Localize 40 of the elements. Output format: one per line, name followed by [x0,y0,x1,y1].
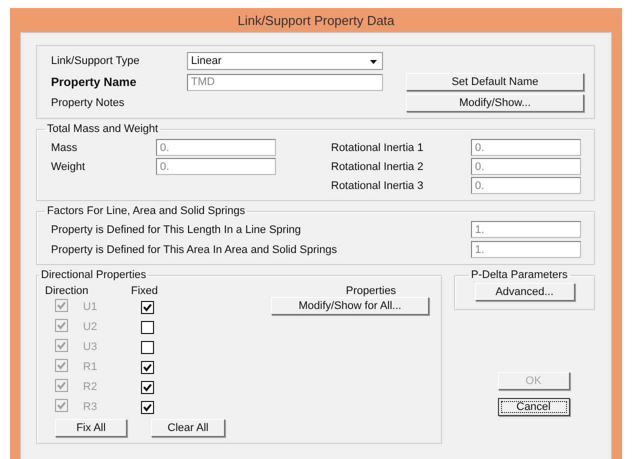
input-field[interactable]: 0. [156,139,276,156]
field-label: Weight [51,160,86,172]
column-heading: Direction [45,285,90,297]
type-label: Link/Support Type [51,55,140,67]
input-field[interactable]: 1. [471,221,581,238]
modify-show-button[interactable]: Modify/Show... [406,94,584,112]
column-heading: Properties [346,285,396,297]
direction-label: R2 [83,381,98,393]
window-title: Link/Support Property Data [236,12,396,30]
type-dropdown[interactable]: Linear [187,52,383,70]
field-label: Mass [51,142,78,154]
direction-label: R3 [83,401,98,413]
fix-all-button[interactable]: Fix All [55,419,127,437]
direction-label: U2 [83,321,98,333]
group-title: P-Delta Parameters [470,269,569,281]
direction-label: U1 [83,301,98,313]
group-title: Factors For Line, Area and Solid Springs [46,205,246,217]
name-label: Property Name [51,75,138,89]
notes-label: Property Notes [51,97,126,109]
field-label: Rotational Inertia 1 [331,142,424,154]
field-label: Property is Defined for This Length In a Line Spring [51,224,302,236]
input-field[interactable]: 0. [471,177,581,194]
column-heading: Fixed [131,285,159,297]
direction-label: R1 [83,361,98,373]
field-label: Rotational Inertia 3 [331,180,424,192]
direction-label: U3 [83,341,98,353]
modify-show-all-button[interactable]: Modify/Show for All... [271,297,429,315]
input-field[interactable]: 0. [471,158,581,175]
field-label: Rotational Inertia 2 [331,160,424,172]
input-field[interactable]: 0. [471,139,581,156]
input-field[interactable]: 0. [156,158,276,175]
group-title: Directional Properties [40,269,148,281]
input-field[interactable]: 1. [471,241,581,258]
group-title: Total Mass and Weight [46,123,160,135]
advanced-button[interactable]: Advanced... [474,283,574,301]
dialog-button[interactable]: Cancel [498,398,570,416]
set-default-name-button[interactable]: Set Default Name [406,73,584,91]
field-label: Property is Defined for This Area In Area and Solid Springs [51,244,338,256]
clear-all-button[interactable]: Clear All [151,419,225,437]
name-field[interactable]: TMD [187,74,383,90]
